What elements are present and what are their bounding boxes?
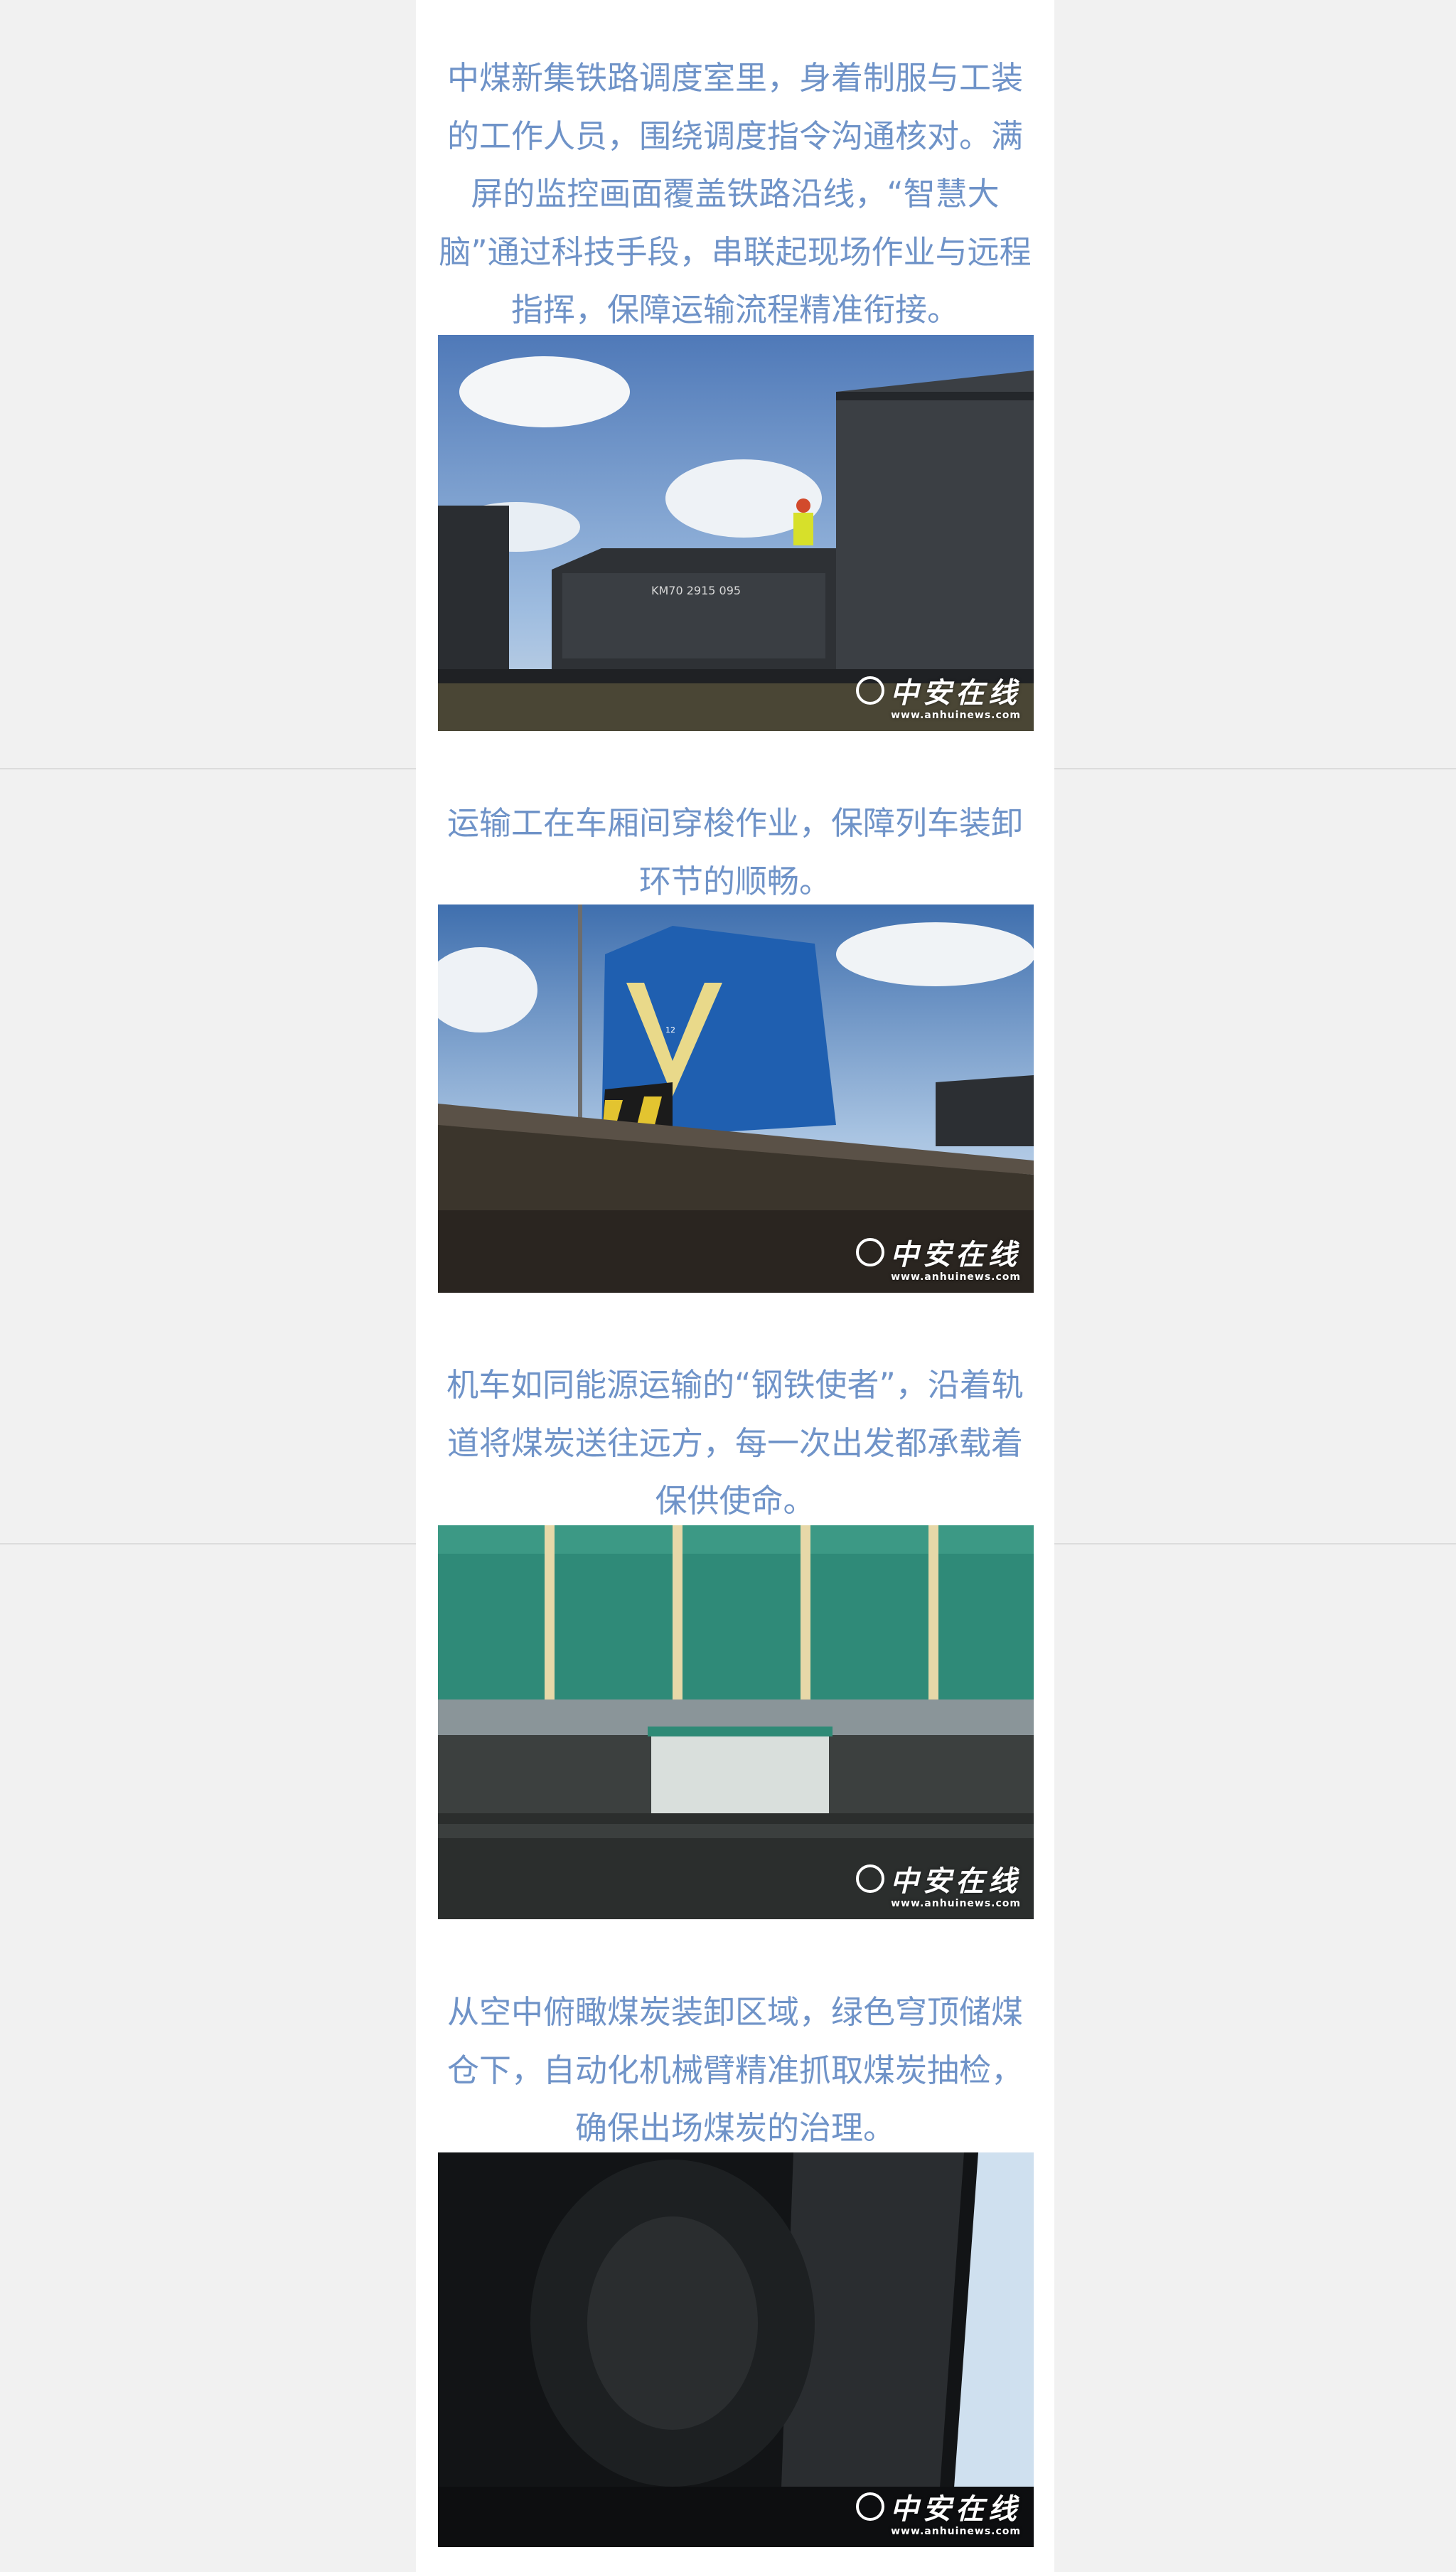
watermark-brand: 中安在线: [890, 2492, 1021, 2526]
watermark-brand: 中安在线: [890, 676, 1021, 710]
caption-transport-workers: 运输工在车厢间穿梭作业，保障列车装卸环节的顺畅。: [446, 804, 1023, 900]
watermark-brand: 中安在线: [890, 1864, 1021, 1898]
watermark: 中安在线 www.anhuinews.com: [856, 670, 1021, 721]
anhuinews-logo-icon: [856, 1238, 884, 1266]
watermark: 中安在线 www.anhuinews.com: [856, 1232, 1021, 1283]
anhuinews-logo-icon: [856, 676, 884, 705]
anhuinews-logo-icon: [856, 1864, 884, 1893]
watermark: 中安在线 www.anhuinews.com: [856, 1858, 1021, 1909]
caption-aerial-view: 从空中俯瞰煤炭装卸区域，绿色穹顶储煤仓下，自动化机械臂精准抓取煤炭抽检，确保出场…: [446, 1993, 1023, 2147]
anhuinews-logo-icon: [856, 2492, 884, 2521]
watermark: 中安在线 www.anhuinews.com: [856, 2486, 1021, 2537]
watermark-site: www.anhuinews.com: [891, 1898, 1021, 1909]
photo-wagon-undercarriage[interactable]: 中安在线 www.anhuinews.com: [438, 2152, 1034, 2547]
photo-coal-storage-aerial[interactable]: 中安在线 www.anhuinews.com: [438, 1525, 1034, 1919]
caption-locomotive: 机车如同能源运输的“钢铁使者”，沿着轨道将煤炭送往远方，每一次出发都承载着保供使…: [446, 1366, 1024, 1520]
photo-worker-on-wagon[interactable]: KM70 2915 095 中安在线 www.anhuinews.com: [438, 335, 1034, 731]
watermark-site: www.anhuinews.com: [891, 2526, 1021, 2537]
watermark-site: www.anhuinews.com: [891, 710, 1021, 721]
photo-locomotive[interactable]: 12 中安在线 www.anhuinews.com: [438, 905, 1034, 1293]
article-body: 中煤新集铁路调度室里，身着制服与工装的工作人员，围绕调度指令沟通核对。满屏的监控…: [416, 0, 1054, 2572]
locomotive-number-text: 12: [665, 1025, 675, 1035]
caption-dispatch-room: 中煤新集铁路调度室里，身着制服与工装的工作人员，围绕调度指令沟通核对。满屏的监控…: [439, 59, 1032, 329]
watermark-site: www.anhuinews.com: [891, 1271, 1021, 1283]
watermark-brand: 中安在线: [890, 1238, 1021, 1271]
wagon-number-text: KM70 2915 095: [651, 584, 741, 597]
